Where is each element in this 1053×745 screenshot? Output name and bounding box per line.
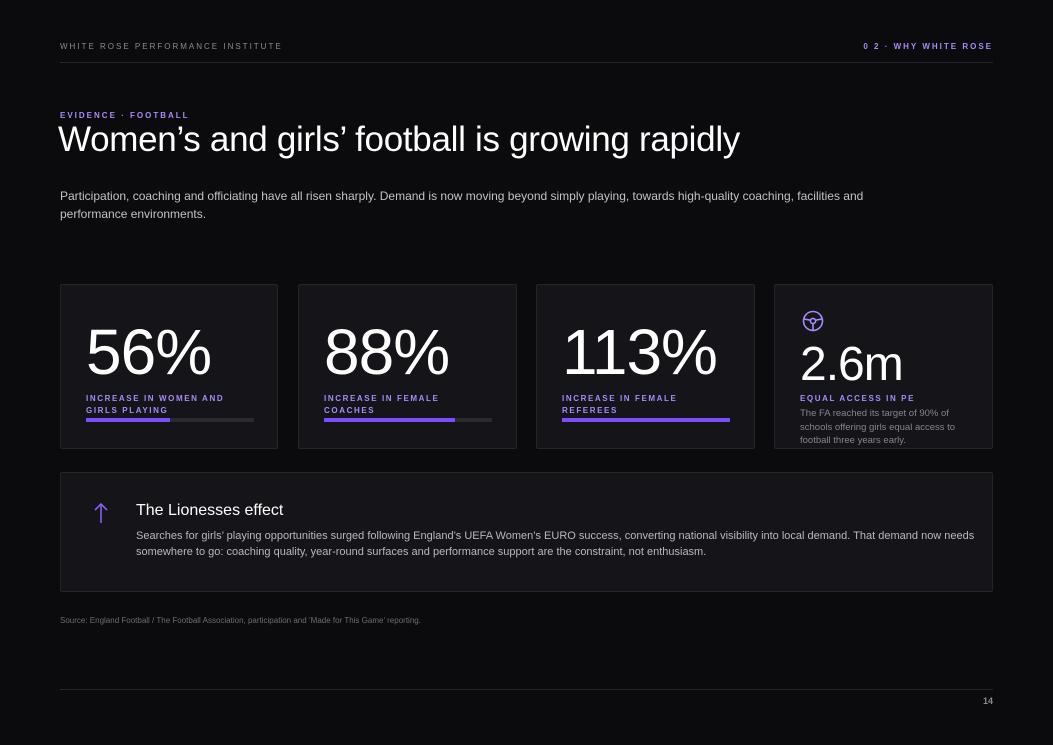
stat-value: 113% — [562, 316, 718, 388]
stat-label: INCREASE IN WOMEN AND GIRLS PLAYING — [86, 394, 225, 415]
stat-note: The FA reached its target of 90% of scho… — [800, 408, 956, 446]
progress-fill — [86, 418, 170, 422]
brand-name: WHITE ROSE PERFORMANCE INSTITUTE — [60, 42, 283, 51]
progress-track — [562, 418, 730, 422]
footer-divider — [60, 689, 993, 690]
source-note: Source: England Football / The Football … — [60, 616, 421, 625]
intro-text: Participation, coaching and officiating … — [60, 189, 864, 221]
progress-track — [324, 418, 492, 422]
steering-wheel-icon — [802, 310, 824, 332]
arrow-up-icon — [94, 502, 108, 523]
panel-body: Searches for girls’ playing opportunitie… — [136, 530, 975, 558]
stat-card-coaches: 88% INCREASE IN FEMALE COACHES — [298, 284, 517, 449]
lionesses-panel: The Lionesses effect Searches for girls’… — [60, 472, 993, 592]
page-number: 14 — [982, 696, 993, 706]
stat-label: INCREASE IN FEMALE COACHES — [324, 394, 440, 415]
page-title: Women’s and girls’ football is growing r… — [58, 120, 740, 159]
section-label: 0 2 · WHY WHITE ROSE — [863, 42, 993, 51]
eyebrow-label: EVIDENCE · FOOTBALL — [60, 111, 190, 120]
progress-fill — [324, 418, 456, 422]
stat-card-pe-access: 2.6m EQUAL ACCESS IN PE The FA reached i… — [774, 284, 993, 449]
stat-value: 88% — [324, 316, 450, 388]
panel-title: The Lionesses effect — [136, 502, 284, 519]
stat-value: 56% — [86, 316, 212, 388]
stat-card-players: 56% INCREASE IN WOMEN AND GIRLS PLAYING — [60, 284, 278, 449]
stat-label: EQUAL ACCESS IN PE — [800, 394, 916, 403]
page-header: WHITE ROSE PERFORMANCE INSTITUTE 0 2 · W… — [60, 40, 993, 63]
stat-card-referees: 113% INCREASE IN FEMALE REFEREES — [536, 284, 755, 449]
progress-track — [86, 418, 254, 422]
stat-label: INCREASE IN FEMALE REFEREES — [562, 394, 678, 415]
stat-value: 2.6m — [800, 338, 904, 391]
progress-fill — [562, 418, 730, 422]
